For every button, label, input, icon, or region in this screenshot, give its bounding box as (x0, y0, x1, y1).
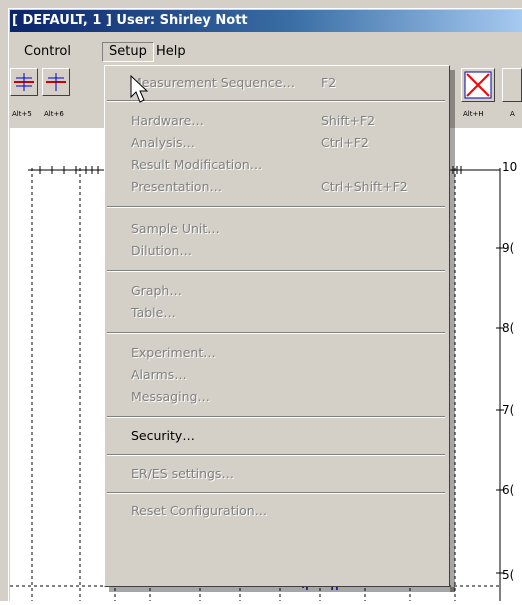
menu-item-result-modification[interactable]: Result Modification… (107, 154, 443, 176)
y-tick-label: 10 (502, 160, 518, 174)
menu-separator (107, 416, 445, 418)
menu-setup[interactable]: Setup (102, 42, 154, 62)
menu-control[interactable]: Control (18, 42, 77, 62)
menu-separator (107, 270, 445, 272)
menu-shadow (109, 587, 455, 592)
menu-item-messaging[interactable]: Messaging… (107, 386, 443, 408)
window-title: [ DEFAULT, 1 ] User: Shirley Nott (12, 13, 248, 28)
menu-separator (107, 206, 445, 208)
y-tick-label: 6( (502, 483, 515, 497)
menu-help[interactable]: Help (150, 42, 192, 62)
mouse-cursor-icon (130, 75, 149, 103)
menu-separator (107, 332, 445, 334)
y-tick-label: 5( (502, 568, 515, 582)
red-x-button[interactable] (461, 68, 495, 102)
menu-item-dilution[interactable]: Dilution… (107, 240, 443, 262)
menu-separator (107, 100, 445, 102)
app-window: [ DEFAULT, 1 ] User: Shirley Nott Contro… (0, 0, 522, 601)
y-tick-label: 9( (502, 241, 515, 255)
menu-item-eres-settings[interactable]: ER/ES settings… (107, 463, 443, 485)
menu-item-analysis[interactable]: Analysis… Ctrl+F2 (107, 132, 443, 154)
setup-dropdown-menu: Measurement Sequence… F2 Hardware… Shift… (104, 65, 450, 587)
title-bar[interactable]: [ DEFAULT, 1 ] User: Shirley Nott (10, 10, 522, 32)
y-tick-label: 7( (502, 403, 515, 417)
menu-separator (107, 454, 445, 456)
menu-item-experiment[interactable]: Experiment… (107, 342, 443, 364)
menu-bar: Control Setup Help (10, 42, 522, 64)
axis-icon (46, 73, 66, 91)
menu-item-security[interactable]: Security… (107, 425, 443, 447)
menu-item-graph[interactable]: Graph… (107, 280, 443, 302)
axis-icon (14, 73, 34, 91)
toolbar-label-2: Alt+6 (44, 110, 64, 118)
menu-item-hardware[interactable]: Hardware… Shift+F2 (107, 110, 443, 132)
menu-separator (107, 492, 445, 494)
partial-toolbar-button[interactable] (502, 68, 522, 102)
menu-item-reset-configuration[interactable]: Reset Configuration… (107, 500, 443, 522)
menu-item-presentation[interactable]: Presentation… Ctrl+Shift+F2 (107, 176, 443, 198)
menu-item-alarms[interactable]: Alarms… (107, 364, 443, 386)
menu-shadow (450, 70, 455, 592)
red-x-icon (464, 71, 492, 99)
y-tick-label: 8( (502, 321, 515, 335)
menu-item-sample-unit[interactable]: Sample Unit… (107, 218, 443, 240)
toolbar-label-3: Alt+H (463, 110, 484, 118)
axis-button-1[interactable] (10, 68, 38, 96)
menu-item-measurement-sequence[interactable]: Measurement Sequence… F2 (107, 72, 443, 94)
menu-item-table[interactable]: Table… (107, 302, 443, 324)
toolbar-label-1: Alt+5 (12, 110, 32, 118)
axis-button-2[interactable] (42, 68, 70, 96)
toolbar-label-4: A (510, 110, 515, 118)
